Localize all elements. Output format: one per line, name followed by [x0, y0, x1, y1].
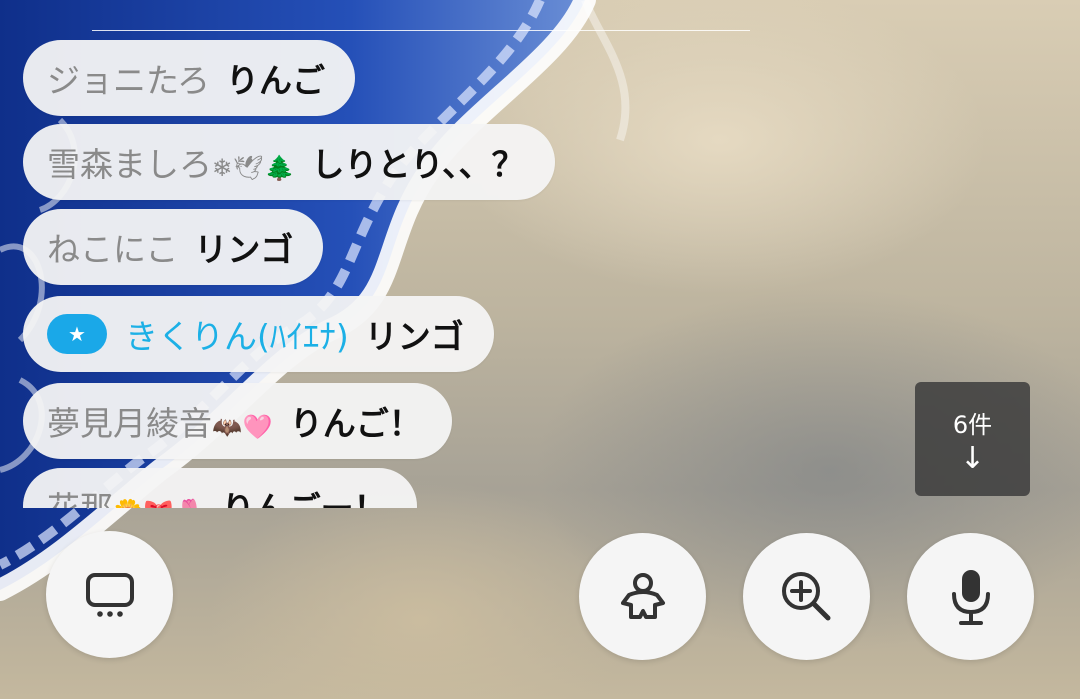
chat-username[interactable]: 花那🌼🎀🌷 [47, 482, 206, 508]
chat-text: りんごー！ [222, 482, 387, 508]
zoom-in-icon [781, 571, 830, 620]
chat-username[interactable]: きくりん(ﾊｲｴﾅ) [125, 310, 349, 358]
new-messages-button[interactable]: 6件 ↓ [915, 382, 1030, 496]
divider-line [92, 30, 750, 31]
microphone-button[interactable] [907, 533, 1034, 660]
chat-text: リンゴ [194, 230, 294, 269]
stream-view: ジョニたろ りんご 雪森ましろ❄🕊🌲 しりとり、、？ ねこにこ リンゴ ★ きく… [0, 0, 1080, 699]
screen-toggle-button[interactable] [46, 531, 173, 658]
moderator-badge-icon: ★ [47, 314, 107, 354]
chat-message: ★ きくりん(ﾊｲｴﾅ) リンゴ [23, 296, 494, 372]
username-emoji: 🌼🎀🌷 [113, 498, 206, 508]
zoom-button[interactable] [743, 533, 870, 660]
chat-text: りんご！ [289, 404, 422, 443]
chat-message: 夢見月綾音🦇🩷 りんご！ [23, 383, 452, 459]
chat-username[interactable]: ねこにこ [47, 223, 178, 271]
arrow-down-icon: ↓ [959, 440, 986, 476]
new-messages-count: 6件 [952, 410, 993, 439]
chat-text: しりとり、、？ [311, 145, 525, 184]
chat-list[interactable]: ジョニたろ りんご 雪森ましろ❄🕊🌲 しりとり、、？ ねこにこ リンゴ ★ きく… [23, 40, 643, 508]
chat-text: リンゴ [364, 317, 464, 356]
microphone-icon [951, 569, 990, 625]
chat-message: ジョニたろ りんご [23, 40, 356, 116]
chat-username[interactable]: 夢見月綾音🦇🩷 [47, 397, 274, 445]
chat-message: 花那🌼🎀🌷 りんごー！ [23, 468, 417, 508]
avatar-icon [620, 572, 665, 619]
chat-text: りんご [226, 61, 326, 100]
username-emoji: ❄🕊🌲 [212, 154, 296, 182]
chat-username[interactable]: 雪森ましろ❄🕊🌲 [47, 138, 295, 186]
chat-message: ねこにこ リンゴ [23, 209, 324, 285]
username-emoji: 🦇🩷 [212, 413, 274, 441]
screen-icon [85, 572, 134, 617]
chat-username[interactable]: ジョニたろ [47, 54, 210, 102]
chat-message: 雪森ましろ❄🕊🌲 しりとり、、？ [23, 124, 555, 200]
avatar-button[interactable] [579, 533, 706, 660]
